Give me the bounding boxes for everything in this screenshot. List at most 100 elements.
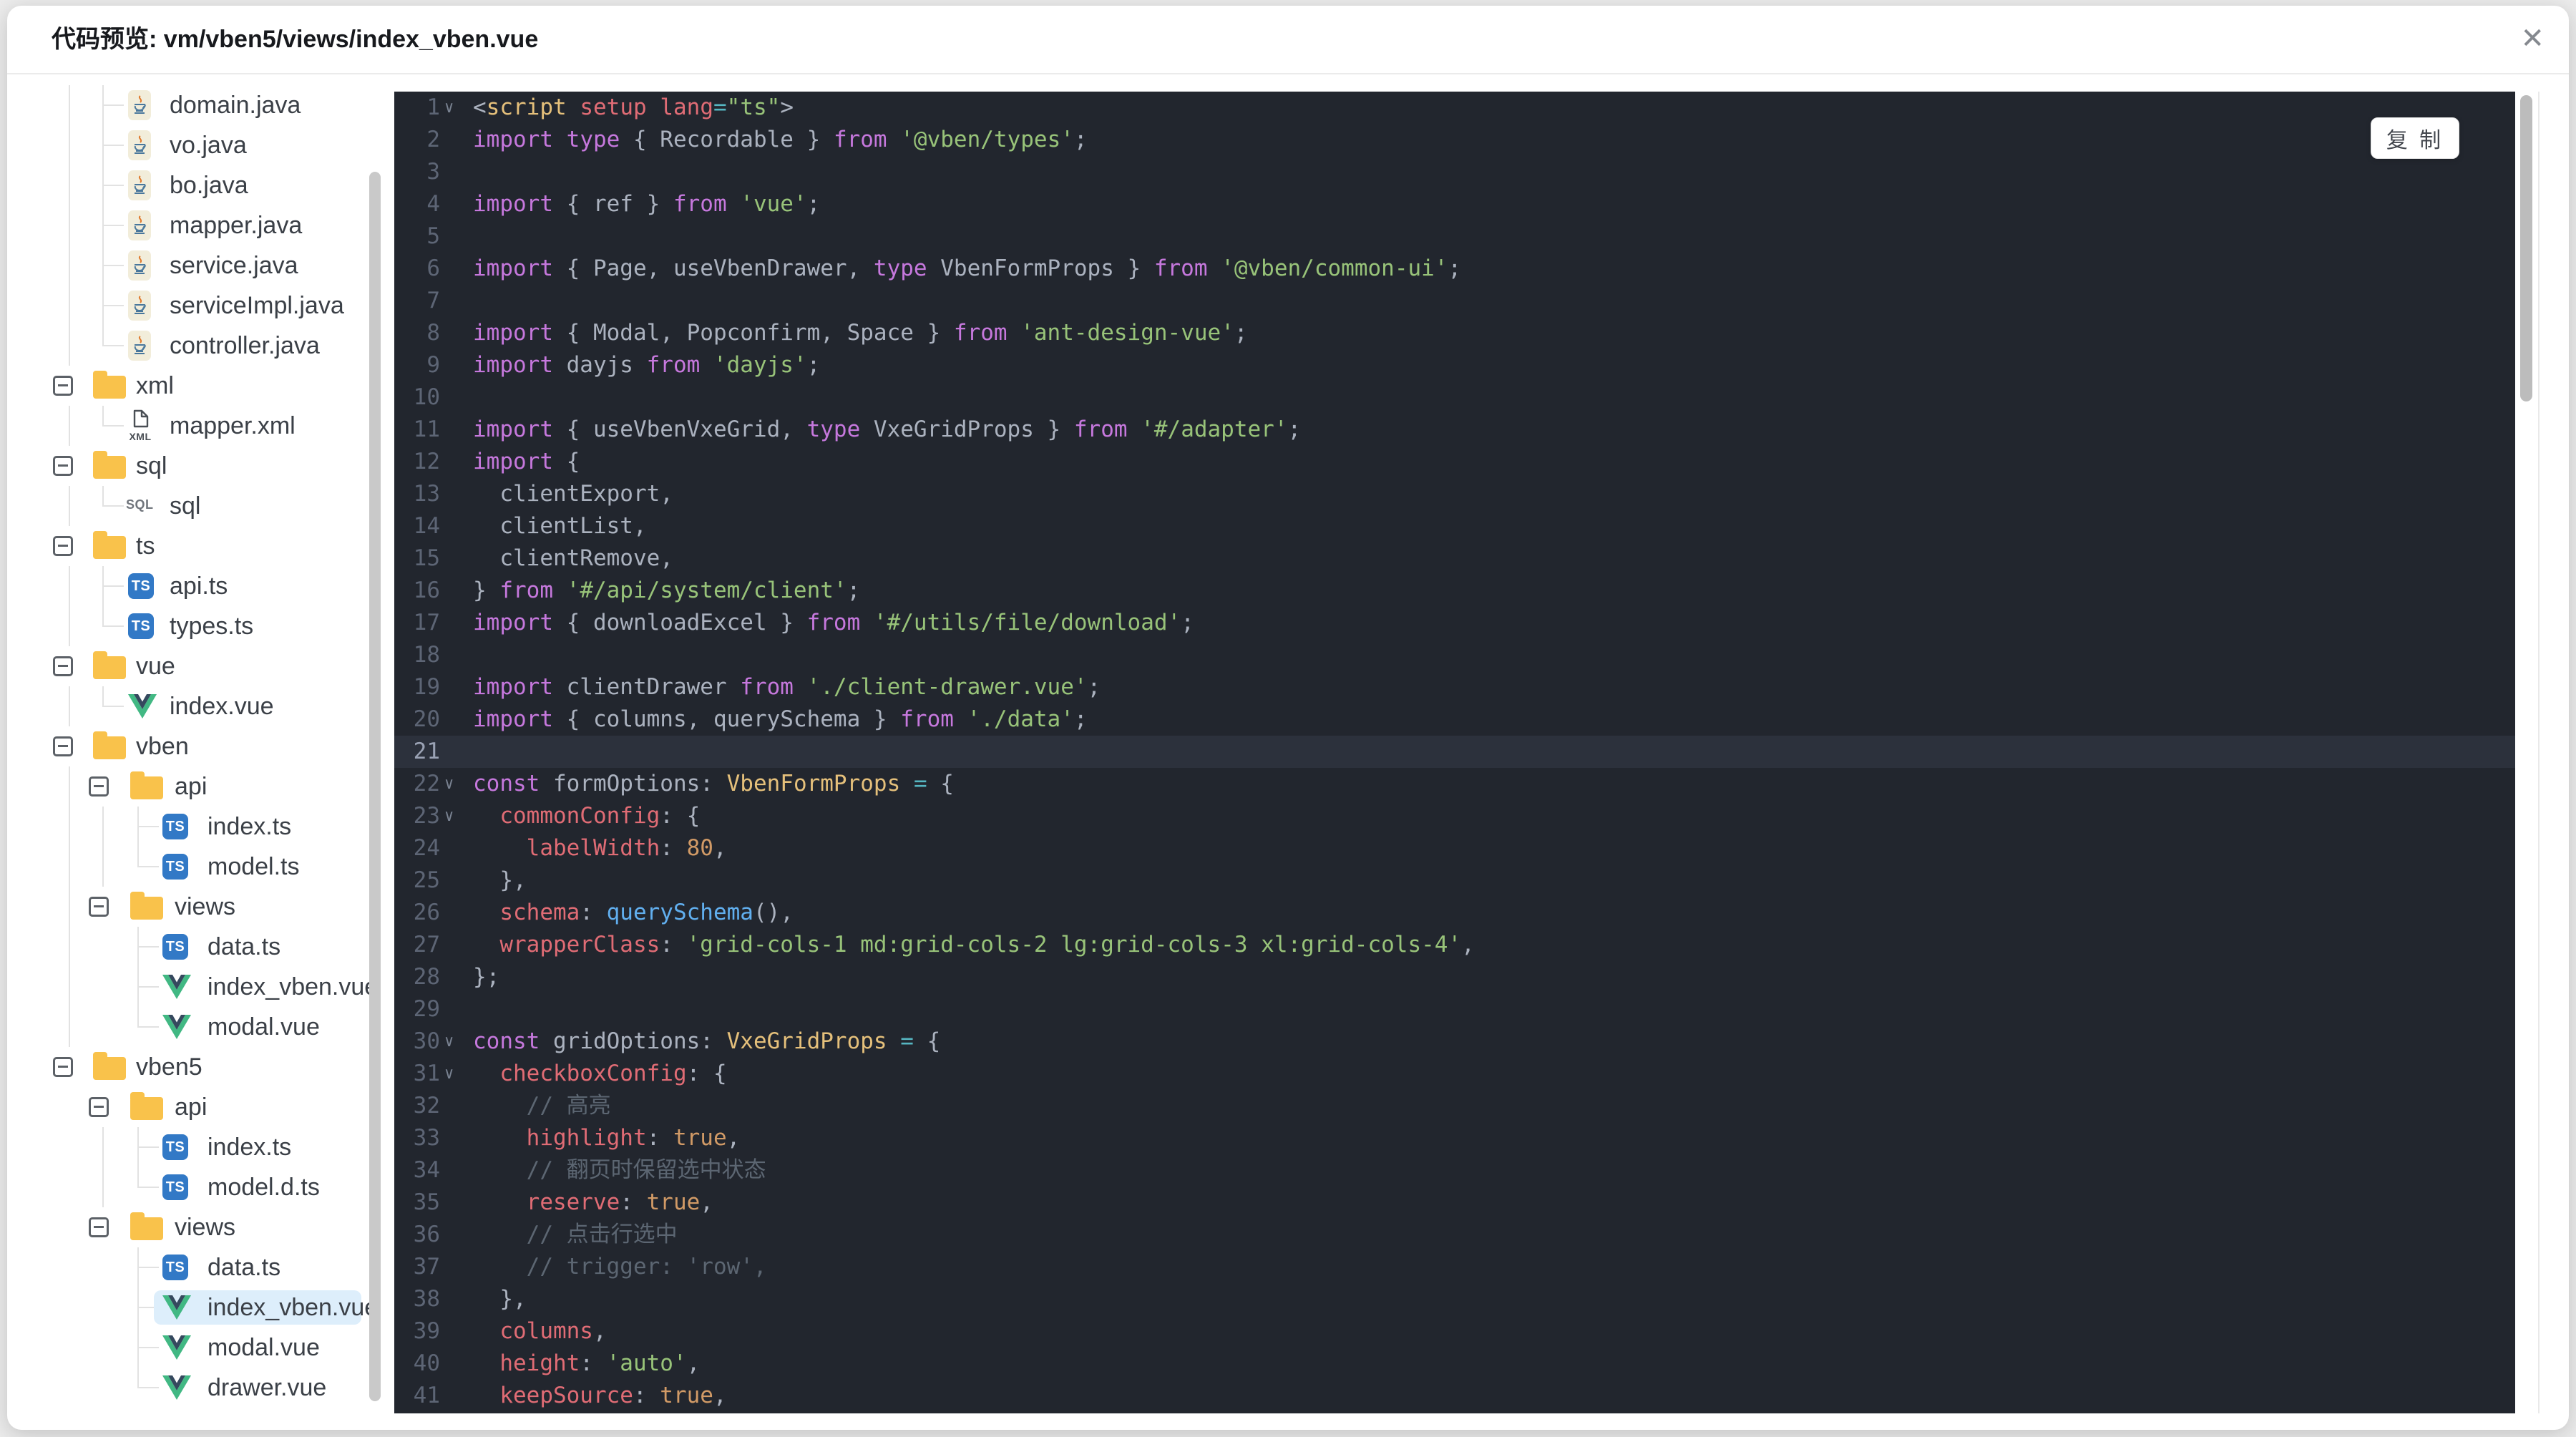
collapse-toggle-icon[interactable] [53,656,73,676]
code-line[interactable]: 7 [394,285,2515,317]
code-line[interactable]: 40 height: 'auto', [394,1348,2515,1380]
code-line[interactable]: 1 ∨ <script setup lang="ts"> [394,92,2515,124]
tree-item-serviceImpl.java[interactable]: serviceImpl.java [7,286,394,326]
tree-item-mapper.java[interactable]: mapper.java [7,205,394,245]
code-line[interactable]: 32 // 高亮 [394,1090,2515,1122]
tree-item-api.ts[interactable]: TS api.ts [7,566,394,606]
tree-item-vo.java[interactable]: vo.java [7,125,394,165]
code-line[interactable]: 10 [394,381,2515,414]
collapse-toggle-icon[interactable] [89,1097,109,1117]
tree-item-xml[interactable]: xml [7,366,394,406]
tree-item-api[interactable]: api [7,766,394,807]
tree-scrollbar-thumb[interactable] [369,172,381,1401]
tree-item-data.ts[interactable]: TS data.ts [7,927,394,967]
code-line[interactable]: 13 clientExport, [394,478,2515,510]
close-icon[interactable]: ✕ [2520,24,2545,53]
tree-item-modal.vue[interactable]: modal.vue [7,1007,394,1047]
tree-item-service.java[interactable]: service.java [7,245,394,286]
tree-item-index_vben.vue[interactable]: index_vben.vue [7,1287,394,1328]
code-line[interactable]: 27 wrapperClass: 'grid-cols-1 md:grid-co… [394,929,2515,961]
code-line[interactable]: 29 [394,993,2515,1026]
code-line[interactable]: 31 ∨ checkboxConfig: { [394,1058,2515,1090]
collapse-toggle-icon[interactable] [53,736,73,756]
collapse-toggle-icon[interactable] [53,1057,73,1077]
fold-arrow-icon[interactable]: ∨ [440,92,473,124]
fold-arrow-icon[interactable]: ∨ [440,800,473,832]
tree-item-label: service.java [170,252,298,279]
code-line[interactable]: 26 schema: querySchema(), [394,897,2515,929]
tree-item-ts[interactable]: ts [7,526,394,566]
code-line[interactable]: 16} from '#/api/system/client'; [394,575,2515,607]
tree-item-model.d.ts[interactable]: TS model.d.ts [7,1167,394,1207]
tree-item-index_vben.vue[interactable]: index_vben.vue [7,967,394,1007]
code-line[interactable]: 15 clientRemove, [394,542,2515,575]
fold-arrow-icon[interactable]: ∨ [440,768,473,800]
collapse-toggle-icon[interactable] [53,536,73,556]
code-line[interactable]: 18 [394,639,2515,671]
tree-item-views[interactable]: views [7,887,394,927]
fold-arrow-icon[interactable]: ∨ [440,1058,473,1090]
code-line[interactable]: 35 reserve: true, [394,1187,2515,1219]
collapse-toggle-icon[interactable] [53,456,73,476]
copy-button[interactable]: 复 制 [2371,117,2459,159]
code-line[interactable]: 38 }, [394,1283,2515,1315]
code-line[interactable]: 4 import { ref } from 'vue'; [394,188,2515,220]
tree-item-model.ts[interactable]: TS model.ts [7,847,394,887]
code-line[interactable]: 9 import dayjs from 'dayjs'; [394,349,2515,381]
code-line[interactable]: 8 import { Modal, Popconfirm, Space } fro… [394,317,2515,349]
tree-item-views[interactable]: views [7,1207,394,1247]
code-line[interactable]: 22 ∨ const formOptions: VbenFormProps = { [394,768,2515,800]
code-line[interactable]: 21 [394,736,2515,768]
tree-item-data.ts[interactable]: TS data.ts [7,1247,394,1287]
code-line[interactable]: 19 import clientDrawer from './client-dra… [394,671,2515,703]
code-line[interactable]: 41 keepSource: true, [394,1380,2515,1412]
code-line[interactable]: 30 ∨ const gridOptions: VxeGridProps = { [394,1026,2515,1058]
code-line[interactable]: 25 }, [394,864,2515,897]
code-line[interactable]: 36 // 点击行选中 [394,1219,2515,1251]
code-line[interactable]: 34 // 翻页时保留选中状态 [394,1154,2515,1187]
code-line[interactable]: 3 [394,156,2515,188]
tree-item-drawer.vue[interactable]: drawer.vue [7,1368,394,1408]
code-line[interactable]: 6 import { Page, useVbenDrawer, type Vben… [394,253,2515,285]
tree-guide-line [69,85,70,125]
tree-item-vben[interactable]: vben [7,726,394,766]
collapse-toggle-icon[interactable] [89,897,109,917]
code-line[interactable]: 12 import { [394,446,2515,478]
tree-item-domain.java[interactable]: domain.java [7,85,394,125]
code-line[interactable]: 17 import { downloadExcel } from '#/utils… [394,607,2515,639]
code-line[interactable]: 37 // trigger: 'row', [394,1251,2515,1283]
tree-item-sql[interactable]: sql [7,446,394,486]
code-line[interactable]: 2 import type { Recordable } from '@vben/… [394,124,2515,156]
tree-item-index.vue[interactable]: index.vue [7,686,394,726]
tree-item-bo.java[interactable]: bo.java [7,165,394,205]
tree-item-api[interactable]: api [7,1087,394,1127]
code-line[interactable]: 20 import { columns, querySchema } from '… [394,703,2515,736]
tree-item-sql[interactable]: SQL sql [7,486,394,526]
code-line[interactable]: 39 columns, [394,1315,2515,1348]
code-line[interactable]: 14 clientList, [394,510,2515,542]
tree-item-controller.java[interactable]: controller.java [7,326,394,366]
code-line[interactable]: 5 [394,220,2515,253]
fold-arrow-icon[interactable]: ∨ [440,1026,473,1058]
code-editor[interactable]: 1 ∨ <script setup lang="ts"> 2 import type {… [394,92,2515,1413]
code-line[interactable]: 23 ∨ commonConfig: { [394,800,2515,832]
tree-item-index.ts[interactable]: TS index.ts [7,1127,394,1167]
tree-item-mapper.xml[interactable]: XML mapper.xml [7,406,394,446]
code-line[interactable]: 33 highlight: true, [394,1122,2515,1154]
tree-item-label: api [175,1093,208,1121]
collapse-toggle-icon[interactable] [89,776,109,797]
tree-item-modal.vue[interactable]: modal.vue [7,1328,394,1368]
editor-scrollbar-thumb[interactable] [2520,95,2532,401]
collapse-toggle-icon[interactable] [53,376,73,396]
code-line[interactable]: 24 labelWidth: 80, [394,832,2515,864]
file-tree: domain.java vo.java bo.java mapper.java [7,85,394,1413]
editor-scrollbar[interactable] [2520,95,2532,401]
tree-item-vue[interactable]: vue [7,646,394,686]
tree-item-index.ts[interactable]: TS index.ts [7,807,394,847]
tree-scrollbar[interactable] [369,172,381,1401]
code-line[interactable]: 28}; [394,961,2515,993]
code-line[interactable]: 11 import { useVbenVxeGrid, type VxeGridP… [394,414,2515,446]
tree-item-vben5[interactable]: vben5 [7,1047,394,1087]
collapse-toggle-icon[interactable] [89,1217,109,1237]
tree-item-types.ts[interactable]: TS types.ts [7,606,394,646]
